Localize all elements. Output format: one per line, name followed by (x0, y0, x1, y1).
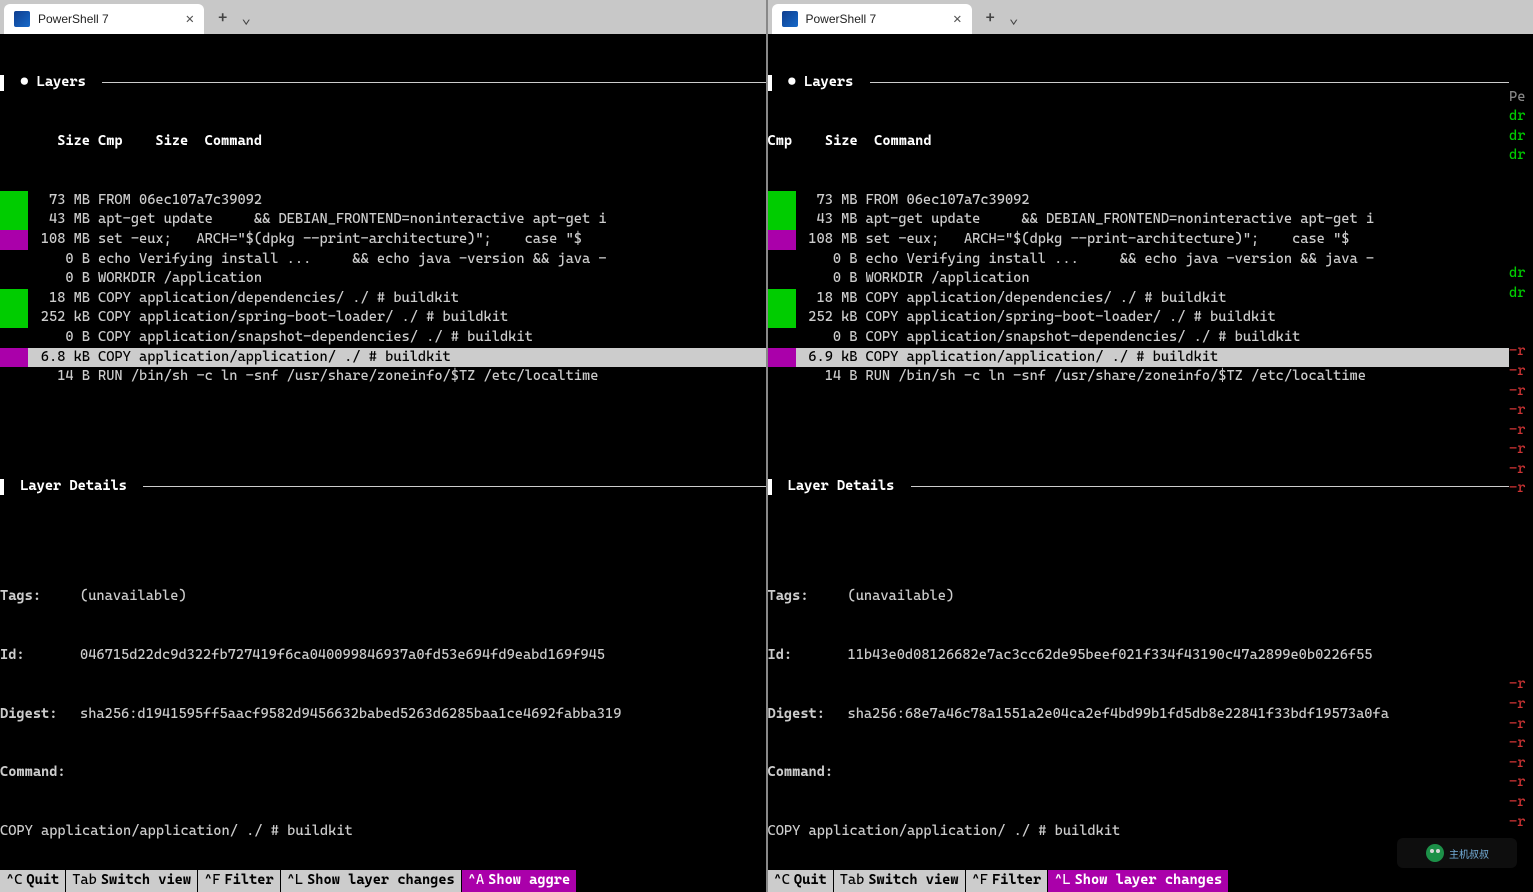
new-tab-button[interactable]: + (218, 8, 227, 27)
terminal-left[interactable]: ● Layers SizeCmpCmp Size Command 73 MB F… (0, 34, 766, 892)
detail-command: COPY application/application/ ./ # build… (0, 822, 766, 842)
status-filter[interactable]: ^FFilter (198, 870, 280, 892)
layers-column-header: Cmp Size Command (768, 132, 1533, 152)
partial-column: Pedrdrdr drdr -r-r-r-r-r-r-r-r -r-r-r-r-… (1509, 68, 1533, 892)
watermark: 主机叔叔 (1397, 838, 1517, 868)
powershell-icon (782, 11, 798, 27)
detail-tags: Tags:(unavailable) (768, 587, 1533, 607)
layer-row[interactable]: 0 B COPY application/snapshot-dependenci… (768, 328, 1533, 348)
status-show-aggre[interactable]: ^AShow aggre (462, 870, 576, 892)
detail-id: Id:11b43e0d08126682e7ac3cc62de95beef021f… (768, 646, 1533, 666)
status-switch-view[interactable]: TabSwitch view (66, 870, 197, 892)
layers-header: ● Layers (768, 73, 1533, 93)
layer-row[interactable]: 0 B echo Verifying install ... && echo j… (0, 250, 766, 270)
layer-row[interactable]: 73 MB FROM 06ec107a7c39092 (768, 191, 1533, 211)
status-bar: ^CQuitTabSwitch view^FFilter^LShow layer… (0, 870, 766, 892)
status-filter[interactable]: ^FFilter (966, 870, 1048, 892)
layer-row[interactable]: 6.9 kB COPY application/application/ ./ … (768, 348, 1533, 368)
layer-row[interactable]: 73 MB FROM 06ec107a7c39092 (0, 191, 766, 211)
tab-bar: PowerShell 7 ✕ + ⌄ (0, 0, 766, 34)
detail-command-label: Command: (0, 763, 766, 783)
left-pane: PowerShell 7 ✕ + ⌄ ● Layers SizeCmpCmp S… (0, 0, 766, 892)
detail-digest: Digest:sha256:d1941595ff5aacf9582d945663… (0, 705, 766, 725)
powershell-icon (14, 11, 30, 27)
status-quit[interactable]: ^CQuit (0, 870, 65, 892)
tab-dropdown-icon[interactable]: ⌄ (1009, 8, 1019, 27)
right-pane: PowerShell 7 ✕ + ⌄ ● Layers Cmp Size Com… (766, 0, 1533, 892)
layer-row[interactable]: 14 B RUN /bin/sh -c ln -snf /usr/share/z… (0, 367, 766, 387)
layer-row[interactable]: 0 B WORKDIR /application (768, 269, 1533, 289)
detail-tags: Tags:(unavailable) (0, 587, 766, 607)
layer-row[interactable]: 0 B WORKDIR /application (0, 269, 766, 289)
detail-id: Id:046715d22dc9d322fb727419f6ca040099846… (0, 646, 766, 666)
tab-dropdown-icon[interactable]: ⌄ (241, 8, 251, 27)
layer-row[interactable]: 14 B RUN /bin/sh -c ln -snf /usr/share/z… (768, 367, 1533, 387)
layer-details-header: Layer Details (768, 477, 1533, 497)
layer-row[interactable]: 108 MB set -eux; ARCH="$(dpkg --print-ar… (0, 230, 766, 250)
status-bar: ^CQuitTabSwitch view^FFilter^LShow layer… (768, 870, 1533, 892)
layer-row[interactable]: 18 MB COPY application/dependencies/ ./ … (0, 289, 766, 309)
tab-title: PowerShell 7 (38, 12, 178, 26)
status-quit[interactable]: ^CQuit (768, 870, 833, 892)
layer-row[interactable]: 252 kB COPY application/spring-boot-load… (0, 308, 766, 328)
close-icon[interactable]: ✕ (953, 11, 961, 27)
layer-row[interactable]: 108 MB set -eux; ARCH="$(dpkg --print-ar… (768, 230, 1533, 250)
layer-row[interactable]: 0 B COPY application/snapshot-dependenci… (0, 328, 766, 348)
layer-row[interactable]: 0 B echo Verifying install ... && echo j… (768, 250, 1533, 270)
status-show-layer-changes[interactable]: ^LShow layer changes (1048, 870, 1228, 892)
tab-bar: PowerShell 7 ✕ + ⌄ (768, 0, 1533, 34)
new-tab-button[interactable]: + (986, 8, 995, 27)
layer-row[interactable]: 43 MB apt-get update && DEBIAN_FRONTEND=… (0, 210, 766, 230)
terminal-right[interactable]: ● Layers Cmp Size Command 73 MB FROM 06e… (768, 34, 1533, 892)
tab-title: PowerShell 7 (806, 12, 946, 26)
layer-row[interactable]: 6.8 kB COPY application/application/ ./ … (0, 348, 766, 368)
tab-powershell[interactable]: PowerShell 7 ✕ (772, 4, 972, 34)
layer-details-header: Layer Details (0, 477, 766, 497)
status-switch-view[interactable]: TabSwitch view (834, 870, 965, 892)
layer-row[interactable]: 18 MB COPY application/dependencies/ ./ … (768, 289, 1533, 309)
layers-header: ● Layers (0, 73, 766, 93)
layers-column-header: SizeCmpCmp Size Command (0, 132, 766, 152)
close-icon[interactable]: ✕ (186, 11, 194, 27)
status-show-layer-changes[interactable]: ^LShow layer changes (281, 870, 461, 892)
layer-row[interactable]: 43 MB apt-get update && DEBIAN_FRONTEND=… (768, 210, 1533, 230)
layer-row[interactable]: 252 kB COPY application/spring-boot-load… (768, 308, 1533, 328)
tab-powershell[interactable]: PowerShell 7 ✕ (4, 4, 204, 34)
detail-command-label: Command: (768, 763, 1533, 783)
detail-digest: Digest:sha256:68e7a46c78a1551a2e04ca2ef4… (768, 705, 1533, 725)
